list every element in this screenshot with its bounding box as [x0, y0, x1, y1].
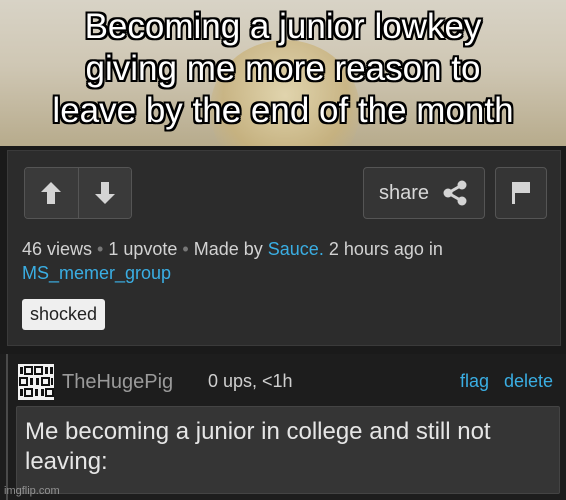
avatar[interactable] — [18, 364, 54, 400]
upvote-button[interactable] — [25, 168, 78, 218]
stream-link[interactable]: MS_memer_group — [22, 263, 171, 283]
caption-line-3: leave by the end of the month — [52, 91, 514, 130]
caption-line-1: Becoming a junior lowkey — [84, 7, 482, 46]
comment: TheHugePig 0 ups, <1h flag delete Me bec… — [0, 354, 566, 500]
separator-dot: • — [182, 239, 189, 259]
upvote-count: 1 upvote — [108, 239, 178, 259]
share-label: share — [378, 181, 430, 204]
comment-text: Me becoming a junior in college and stil… — [16, 406, 560, 494]
flag-button[interactable] — [495, 167, 547, 219]
comment-delete-link[interactable]: delete — [504, 371, 553, 392]
post-panel: share 46 views • 1 upvote • Made by Sauce. 2… — [7, 150, 561, 346]
meme-image: Becoming a junior lowkey giving me more … — [0, 0, 566, 146]
view-count: 46 views — [22, 239, 93, 259]
arrow-up-icon — [41, 182, 62, 204]
made-by-label: Made by — [193, 239, 263, 259]
share-button[interactable]: share — [363, 167, 485, 219]
meme-caption: Becoming a junior lowkey giving me more … — [0, 6, 566, 132]
flag-icon — [512, 182, 530, 204]
comment-flag-link[interactable]: flag — [460, 371, 489, 392]
post-meta: 46 views • 1 upvote • Made by Sauce. 2 hours… — [22, 237, 542, 285]
downvote-button[interactable] — [77, 168, 131, 218]
tag-chip[interactable]: shocked — [22, 299, 106, 330]
caption-line-2: giving me more reason to — [85, 49, 481, 88]
comment-thread-line — [6, 354, 8, 500]
comment-meta: 0 ups, <1h — [208, 371, 293, 391]
separator-dot: • — [97, 239, 104, 259]
author-link[interactable]: Sauce. — [268, 239, 324, 259]
post-time: 2 hours ago in — [328, 239, 443, 259]
vote-group — [24, 167, 132, 219]
avatar-pattern-icon — [19, 366, 54, 397]
watermark: imgflip.com — [4, 485, 60, 497]
share-icon — [443, 180, 467, 206]
comment-username[interactable]: TheHugePig — [62, 371, 173, 394]
arrow-down-icon — [94, 182, 115, 204]
